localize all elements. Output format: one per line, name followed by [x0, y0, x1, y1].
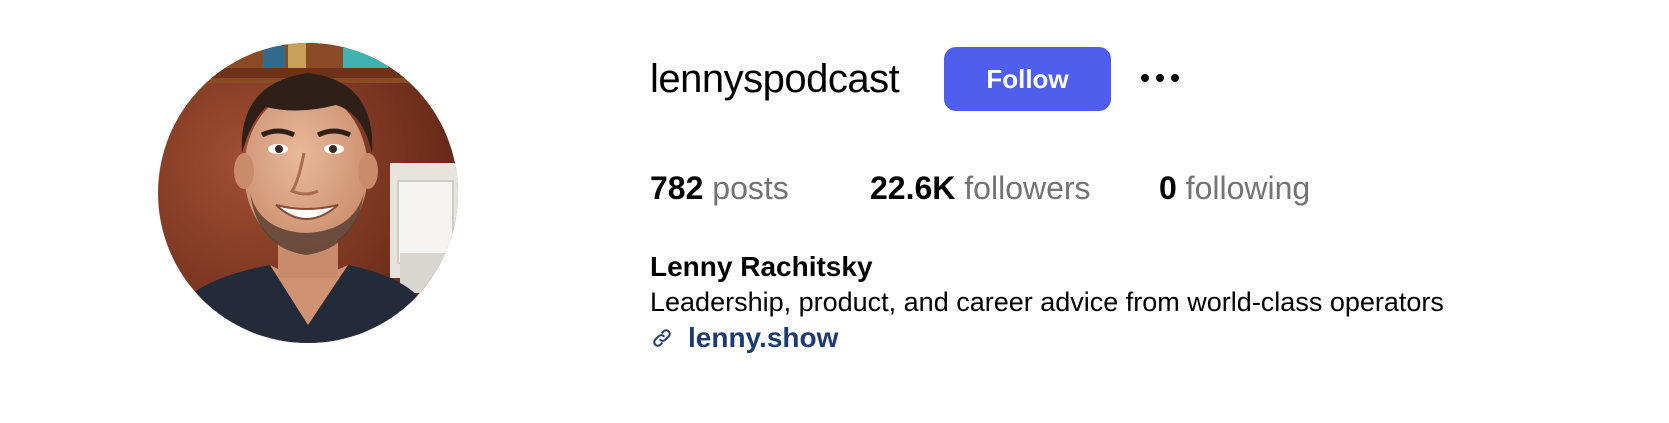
- link-icon: [653, 329, 671, 347]
- following-label: following: [1185, 170, 1311, 206]
- profile-page: lennyspodcast Follow 782 posts 22.6K fol…: [0, 0, 1669, 423]
- more-options-button[interactable]: [1135, 58, 1185, 98]
- more-horizontal-icon: [1156, 74, 1164, 82]
- more-horizontal-icon: [1171, 74, 1179, 82]
- followers-stat[interactable]: 22.6K followers: [870, 168, 1091, 208]
- posts-count: 782: [650, 170, 704, 206]
- bio-text: Leadership, product, and career advice f…: [650, 287, 1444, 317]
- profile-info: lennyspodcast Follow 782 posts 22.6K fol…: [650, 0, 1630, 423]
- full-name: Lenny Rachitsky: [650, 251, 873, 282]
- username: lennyspodcast: [650, 57, 900, 101]
- posts-stat[interactable]: 782 posts: [650, 168, 789, 208]
- following-stat[interactable]: 0 following: [1159, 168, 1310, 208]
- profile-photo: [158, 43, 458, 343]
- website-link[interactable]: lenny.show: [650, 320, 838, 356]
- following-count: 0: [1159, 170, 1177, 206]
- followers-count: 22.6K: [870, 170, 956, 206]
- posts-label: posts: [712, 170, 789, 206]
- website-url: lenny.show: [688, 322, 839, 353]
- profile-avatar[interactable]: [158, 43, 458, 343]
- more-horizontal-icon: [1141, 74, 1149, 82]
- followers-label: followers: [964, 170, 1091, 206]
- follow-button[interactable]: Follow: [944, 47, 1111, 111]
